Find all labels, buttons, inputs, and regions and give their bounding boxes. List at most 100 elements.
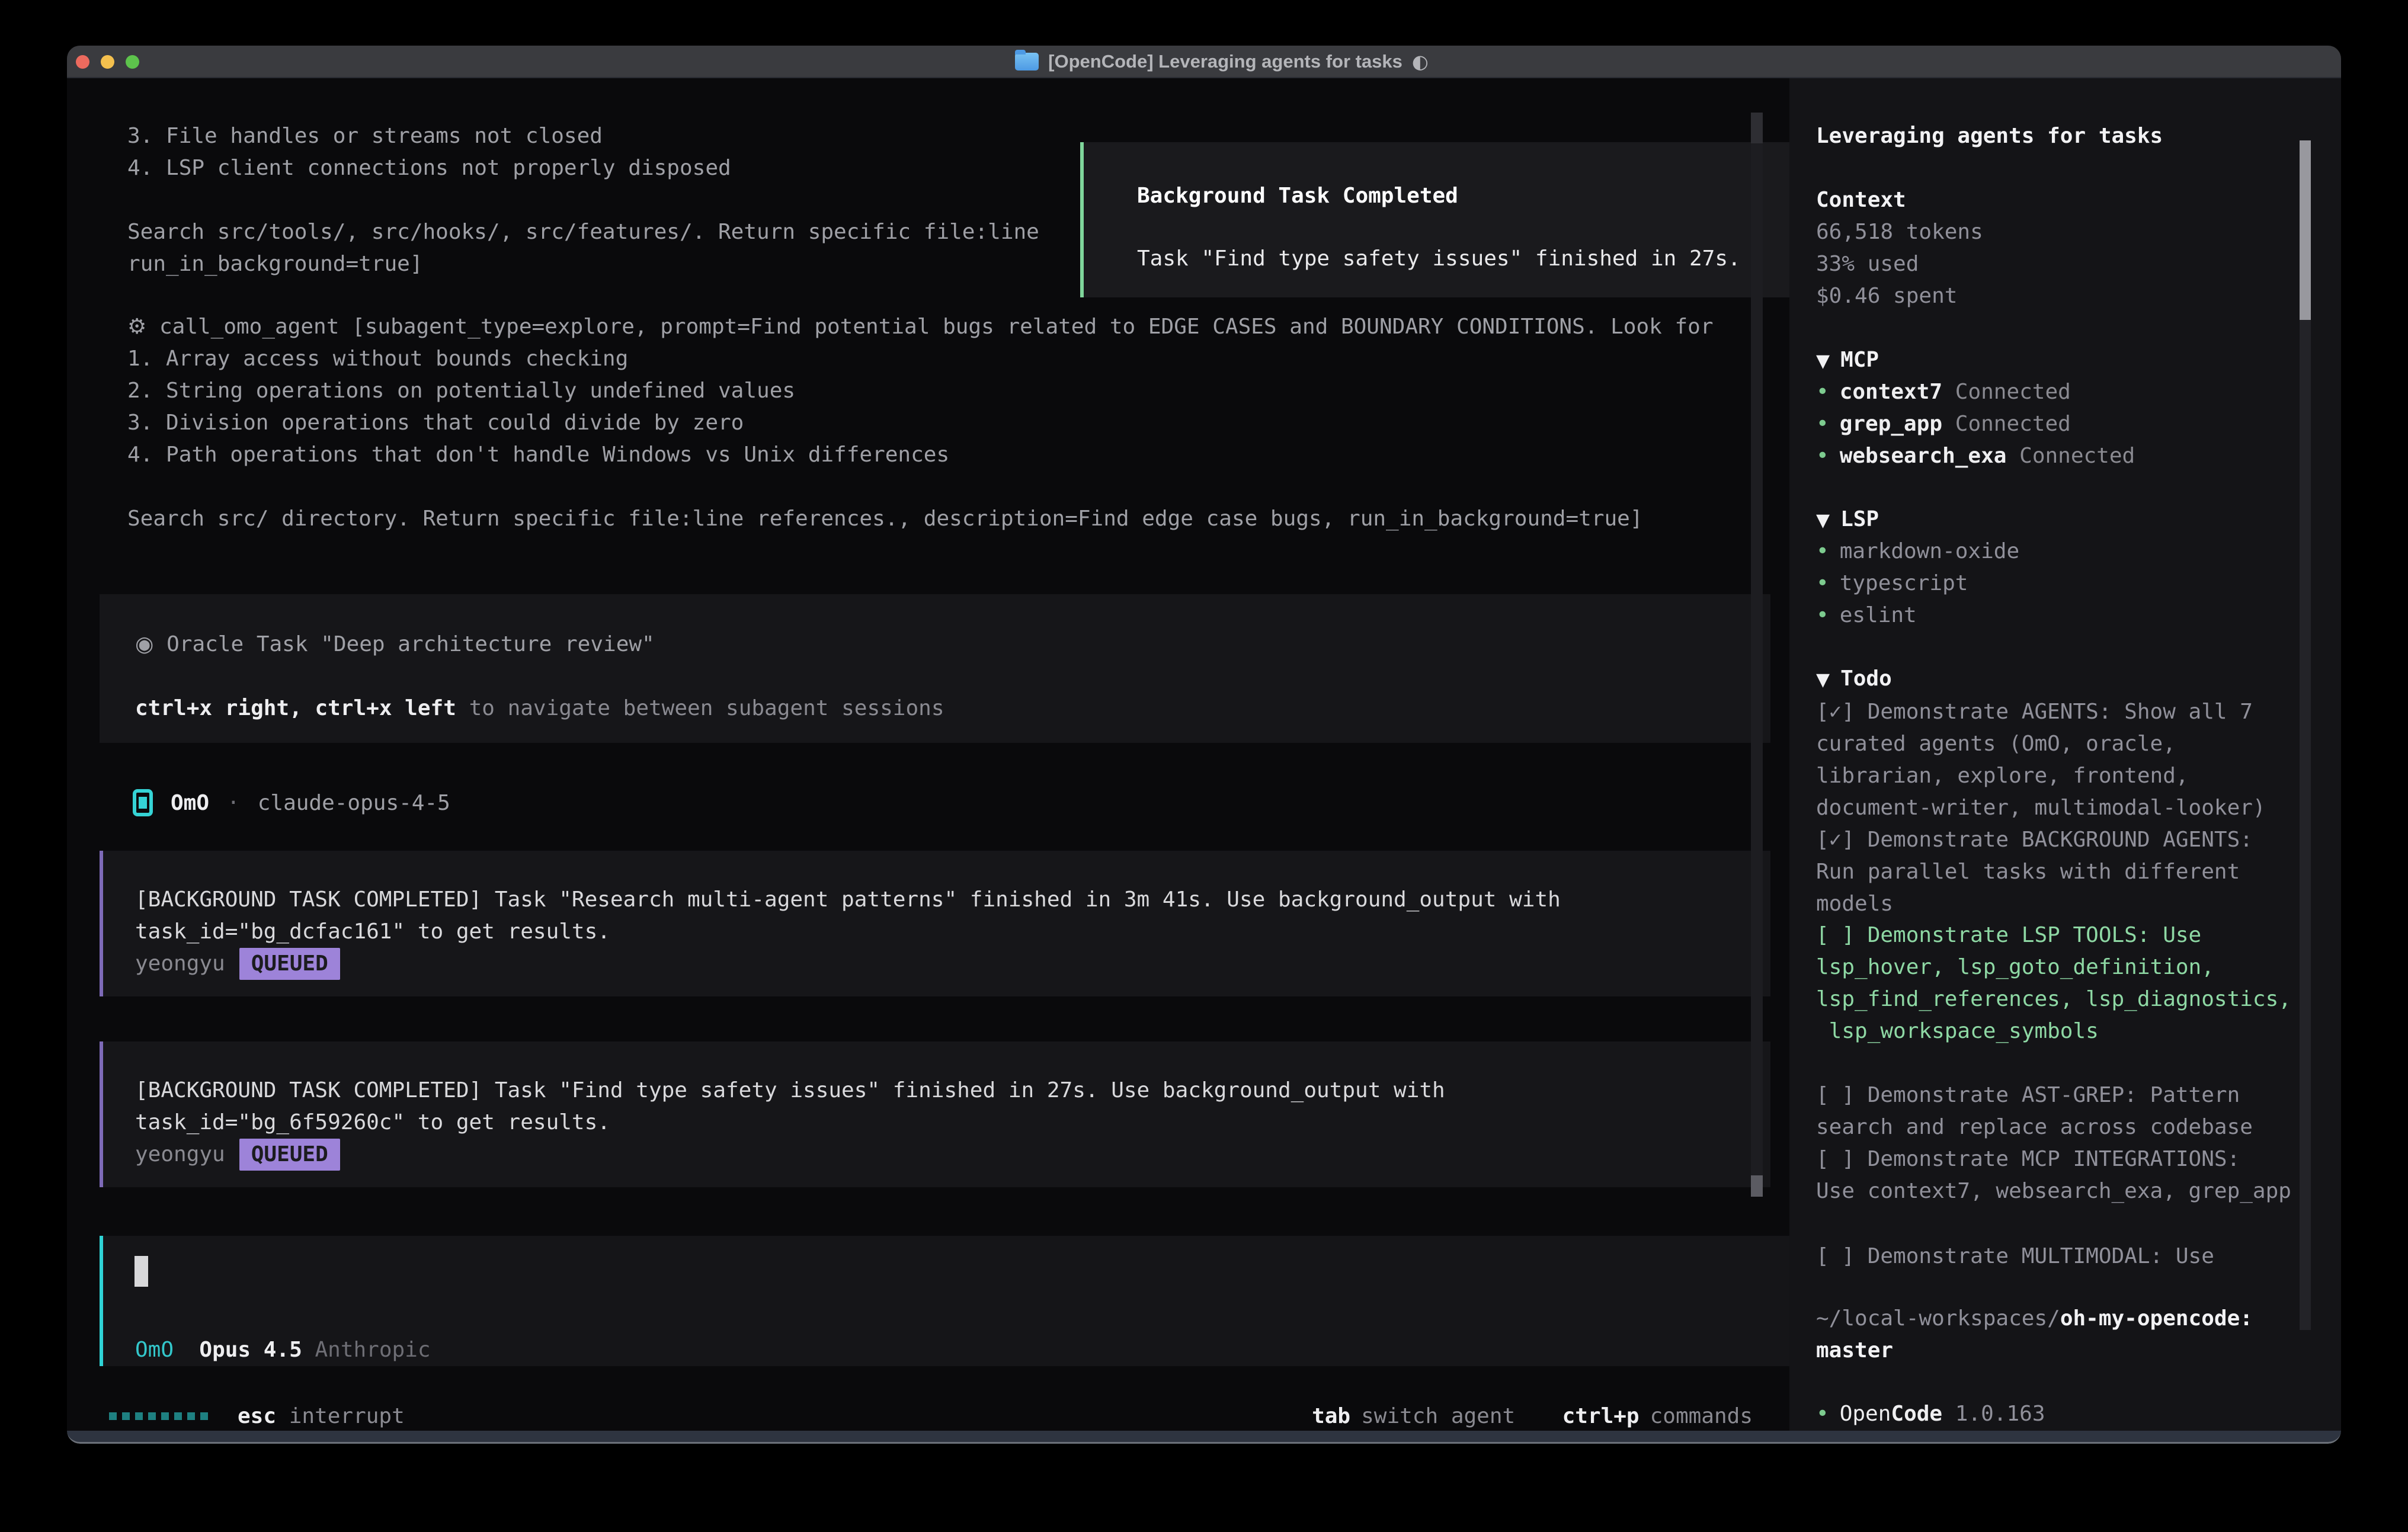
window-title: [OpenCode] Leveraging agents for tasks <box>1048 51 1402 72</box>
status-right: tab switch agent ctrl+p commands <box>1312 1400 1753 1431</box>
task-message-line: [BACKGROUND TASK COMPLETED] Task "Find t… <box>135 1075 1770 1107</box>
oracle-hint: ctrl+x right, ctrl+x left to navigate be… <box>135 693 1770 725</box>
app-name: Open <box>1840 1402 1891 1426</box>
task-user: yeongyu <box>135 951 225 976</box>
todo-item: [ ] Demonstrate MCP INTEGRATIONS: Use co… <box>1816 1143 2291 1207</box>
sidebar: Leveraging agents for tasks Context 66,5… <box>1789 78 2341 1431</box>
output-line: 3. File handles or streams not closed <box>127 120 1039 152</box>
gear-icon: ⚙ <box>127 315 146 339</box>
lsp-item: •eslint <box>1816 600 2019 632</box>
todo-item: [✓] Demonstrate AGENTS: Show all 7 curat… <box>1816 696 2266 824</box>
todo-section-header[interactable]: ▼Todo <box>1816 663 1892 695</box>
tool-call-block: ⚙ call_omo_agent [subagent_type=explore,… <box>127 311 1714 535</box>
output-line: Search src/tools/, src/hooks/, src/featu… <box>127 216 1039 248</box>
status-left: esc interrupt <box>109 1400 405 1431</box>
task-meta-line: yeongyu QUEUED <box>135 1139 1770 1171</box>
bullet-icon: • <box>1816 539 1829 563</box>
tool-call-line: 1. Array access without bounds checking <box>127 343 1714 375</box>
mcp-item: •websearch_exa Connected <box>1816 440 2135 472</box>
todo-item: [✓] Demonstrate BACKGROUND AGENTS: Run p… <box>1816 824 2253 920</box>
chevron-down-icon: ▼ <box>1816 351 1830 371</box>
agent-name: OmO <box>171 791 209 815</box>
tab-key-label: switch agent <box>1361 1404 1515 1428</box>
workspace-path-dim: ~/local-workspaces/ <box>1816 1306 2060 1331</box>
bullet-icon: • <box>1816 380 1829 404</box>
status-badge: QUEUED <box>239 1139 340 1171</box>
status-badge: QUEUED <box>239 948 340 980</box>
prompt-input[interactable]: OmO Opus 4.5 Anthropic <box>100 1236 1794 1366</box>
context-spent: $0.46 spent <box>1816 280 1983 312</box>
mcp-item: •grep_app Connected <box>1816 408 2135 440</box>
output-line <box>127 184 1039 216</box>
minimize-button[interactable] <box>101 55 114 69</box>
window-bottom-bar <box>67 1431 2341 1444</box>
tool-call-line: 2. String operations on potentially unde… <box>127 375 1714 407</box>
app-name-bold: Code <box>1891 1402 1942 1426</box>
lsp-section-header[interactable]: ▼LSP <box>1816 504 2019 536</box>
output-line: 4. LSP client connections not properly d… <box>127 152 1039 184</box>
record-icon: ◉ <box>135 632 153 656</box>
agent-model: claude-opus-4-5 <box>258 791 450 815</box>
main-scrollbar-top-block <box>1751 113 1763 143</box>
background-task-message: [BACKGROUND TASK COMPLETED] Task "Resear… <box>100 851 1770 996</box>
tool-call-line: ⚙ call_omo_agent [subagent_type=explore,… <box>127 311 1714 343</box>
agent-cursor-icon <box>133 789 153 816</box>
shortcut-key: ctrl+x right, <box>135 696 302 720</box>
context-section: Context 66,518 tokens 33% used $0.46 spe… <box>1816 184 1983 312</box>
spinner-icon: ◐ <box>1412 50 1429 73</box>
context-tokens: 66,518 tokens <box>1816 216 1983 248</box>
background-task-notification: Background Task Completed Task "Find typ… <box>1080 142 1826 297</box>
main-scrollbar-thumb[interactable] <box>1751 1175 1763 1197</box>
oracle-task-box: ◉ Oracle Task "Deep architecture review"… <box>100 594 1770 743</box>
task-message-line: [BACKGROUND TASK COMPLETED] Task "Resear… <box>135 884 1770 916</box>
oracle-task-title: ◉ Oracle Task "Deep architecture review" <box>135 629 1770 661</box>
bullet-icon: • <box>1816 571 1829 595</box>
agent-header: OmO · claude-opus-4-5 <box>133 787 450 819</box>
activity-dots-icon <box>109 1412 208 1420</box>
ctrlp-key-label: commands <box>1650 1404 1753 1428</box>
input-agent-name: OmO <box>135 1338 174 1362</box>
app-window: [OpenCode] Leveraging agents for tasks ◐… <box>67 46 2341 1444</box>
esc-key-hint: esc <box>238 1404 276 1428</box>
sidebar-scrollbar[interactable] <box>2300 140 2311 1330</box>
zoom-button[interactable] <box>126 55 139 69</box>
model-info-line: OmO Opus 4.5 Anthropic <box>135 1334 431 1366</box>
chevron-down-icon: ▼ <box>1816 510 1830 531</box>
ctrlp-key-hint: ctrl+p <box>1562 1404 1640 1428</box>
lsp-section: ▼LSP •markdown-oxide •typescript •eslint <box>1816 504 2019 632</box>
lsp-item: •typescript <box>1816 568 2019 600</box>
esc-key-label <box>276 1404 289 1428</box>
shortcut-key: ctrl+x left <box>315 696 456 720</box>
task-user: yeongyu <box>135 1142 225 1166</box>
lsp-item: •markdown-oxide <box>1816 536 2019 568</box>
status-bar: esc interrupt tab switch agent ctrl+p co… <box>67 1400 1789 1431</box>
background-task-message: [BACKGROUND TASK COMPLETED] Task "Find t… <box>100 1041 1770 1187</box>
tab-key-hint: tab <box>1312 1404 1350 1428</box>
chevron-down-icon: ▼ <box>1816 669 1830 690</box>
close-button[interactable] <box>76 55 89 69</box>
mcp-item: •context7 Connected <box>1816 376 2135 408</box>
mcp-section-header[interactable]: ▼MCP <box>1816 344 2135 376</box>
terminal-content: 3. File handles or streams not closed 4.… <box>67 78 2341 1431</box>
task-message-line: task_id="bg_6f59260c" to get results. <box>135 1107 1770 1139</box>
input-model-provider: Anthropic <box>315 1338 430 1362</box>
workspace-branch: master <box>1816 1335 2253 1367</box>
todo-item-active: [ ] Demonstrate LSP TOOLS: Use lsp_hover… <box>1816 919 2291 1047</box>
mcp-section: ▼MCP •context7 Connected •grep_app Conne… <box>1816 344 2135 472</box>
main-scrollbar[interactable] <box>1751 113 1763 1197</box>
esc-key-label: interrupt <box>289 1404 405 1428</box>
traffic-lights <box>76 55 139 69</box>
version-line: •OpenCode 1.0.163 <box>1816 1398 2045 1430</box>
scrollback-text: 3. File handles or streams not closed 4.… <box>127 120 1039 280</box>
context-used: 33% used <box>1816 248 1983 280</box>
todo-item: [ ] Demonstrate MULTIMODAL: Use <box>1816 1241 2214 1273</box>
task-message-line: task_id="bg_dcfac161" to get results. <box>135 916 1770 948</box>
tool-call-line: Search src/ directory. Return specific f… <box>127 503 1714 535</box>
separator-dot: · <box>227 791 240 815</box>
todo-item: [ ] Demonstrate AST-GREP: Pattern search… <box>1816 1079 2253 1143</box>
folder-icon <box>1015 53 1039 70</box>
workspace-path-bold: oh-my-opencode: <box>2060 1306 2253 1331</box>
sidebar-scrollbar-thumb[interactable] <box>2300 140 2311 320</box>
workspace-path: ~/local-workspaces/oh-my-opencode: maste… <box>1816 1303 2253 1367</box>
tool-call-line <box>127 471 1714 503</box>
